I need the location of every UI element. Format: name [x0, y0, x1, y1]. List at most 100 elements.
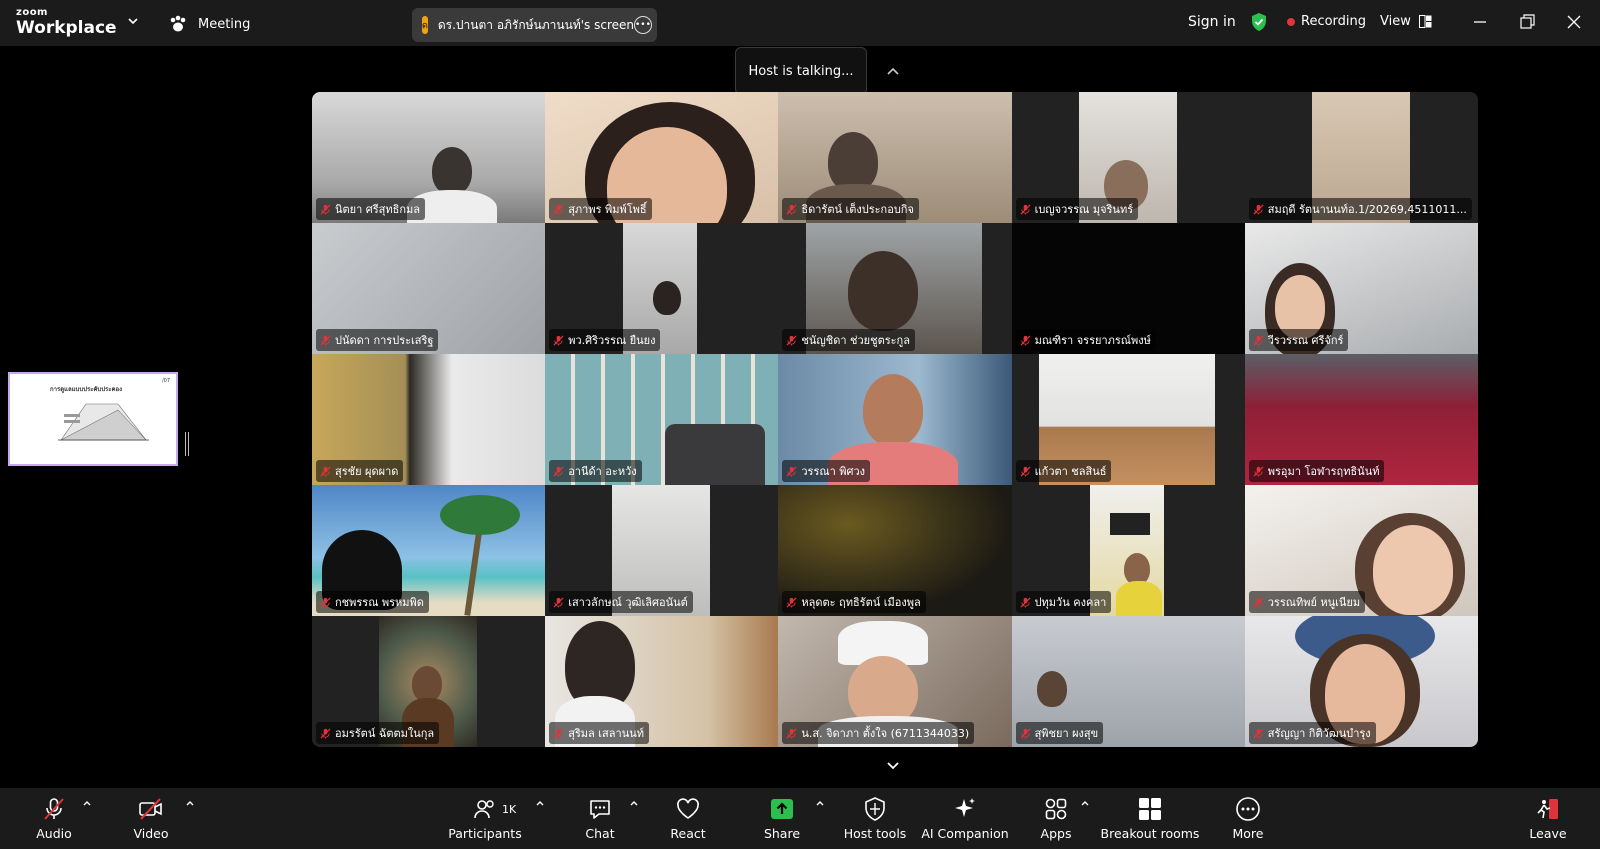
video-tile[interactable]: เบญจวรรณ มุจรินทร์ [1011, 92, 1245, 223]
slide-page: /07 [161, 378, 170, 384]
participant-name: น.ส. จิดาภา ตั้งใจ (6711344033) [801, 727, 970, 740]
video-tile[interactable]: หลุดตะ ฤทธิรัตน์ เมืองพูล [778, 485, 1012, 616]
close-icon[interactable] [1564, 12, 1584, 32]
thumbnail-resize-handle[interactable] [185, 432, 189, 456]
video-tile[interactable]: แก้วตา ชลสินธ์ [1011, 354, 1245, 485]
share-screen-button[interactable]: Share [762, 788, 802, 849]
mic-muted-icon [786, 203, 797, 215]
chevron-up-icon[interactable] [885, 64, 901, 80]
minimize-icon[interactable] [1470, 12, 1490, 32]
participant-name: วีรวรรณ ศรีจักร์ [1267, 334, 1344, 347]
participant-name-tag: วรรณทิพย์ หนูเนียม [1248, 591, 1366, 613]
video-tile[interactable]: พรอุมา โอฬารฤทธินันท์ [1244, 354, 1478, 485]
video-tile[interactable]: อมรรัตน์ ฉัตตมในกุล [312, 616, 546, 747]
screen-share-indicator[interactable]: ด ดร.ปานตา อภิรักษ์นภานนท์'s screen ••• [412, 8, 657, 42]
video-tile[interactable]: วรรณา พิศวง [778, 354, 1012, 485]
video-label: Video [133, 826, 169, 841]
apps-button[interactable]: Apps [1036, 788, 1076, 849]
apps-label: Apps [1040, 826, 1072, 841]
video-tile[interactable]: สมฤดี รัตนานนท์อ.1/20269,4511011... [1244, 92, 1478, 223]
audio-button[interactable]: Audio [34, 788, 74, 849]
view-button[interactable]: View [1380, 14, 1432, 29]
ai-companion-button[interactable]: AI Companion [920, 788, 1010, 849]
participant-name: เบญจวรรณ มุจรินทร์ [1034, 203, 1134, 216]
more-icon [1236, 797, 1260, 821]
video-tile[interactable]: ชนัญชิดา ช่วยชูตระกูล [778, 223, 1012, 354]
mic-muted-icon [320, 727, 331, 739]
host-tools-button[interactable]: Host tools [840, 788, 910, 849]
video-tile[interactable]: พว.ศิริวรรณ ยืนยง [545, 223, 779, 354]
mic-muted-icon [320, 465, 331, 477]
slide-title: การดูแลแบบประคับประคอง [50, 386, 123, 393]
more-label: More [1232, 826, 1264, 841]
meeting-info-button[interactable]: Meeting [168, 13, 250, 35]
mic-muted-icon [320, 203, 331, 215]
video-tile[interactable]: น.ส. จิดาภา ตั้งใจ (6711344033) [778, 616, 1012, 747]
video-tile[interactable]: สุรชัย ผุดผาด [312, 354, 546, 485]
participant-name: สุรชัย ผุดผาด [335, 465, 399, 478]
restore-icon[interactable] [1517, 12, 1537, 32]
video-tile[interactable]: สุพิชยา ผงสุข [1011, 616, 1245, 747]
video-tile[interactable]: วรรณทิพย์ หนูเนียม [1244, 485, 1478, 616]
camera-off-icon [139, 798, 162, 820]
video-tile[interactable]: สุริมล เสลานนท์ [545, 616, 779, 747]
participant-name: ชนัญชิดา ช่วยชูตระกูล [801, 334, 910, 347]
video-tile[interactable]: ปทุมวัน คงคลา [1011, 485, 1245, 616]
participants-button[interactable]: Participants [448, 788, 522, 849]
mic-muted-icon [1253, 334, 1264, 346]
mic-muted-icon [786, 596, 797, 608]
chat-options-chevron-icon[interactable] [629, 798, 639, 808]
ai-companion-label: AI Companion [921, 826, 1009, 841]
mic-muted-icon [1020, 465, 1031, 477]
shared-screen-thumbnail[interactable]: การดูแลแบบประคับประคอง /07 [8, 372, 178, 466]
participants-icon [474, 800, 494, 819]
chevron-down-icon[interactable] [885, 757, 901, 773]
participant-name: พว.ศิริวรรณ ยืนยง [568, 334, 656, 347]
breakout-rooms-button[interactable]: Breakout rooms [1100, 788, 1200, 849]
participant-name: สุพิชยา ผงสุข [1034, 727, 1099, 740]
leave-button[interactable]: Leave [1528, 788, 1568, 849]
audio-options-chevron-icon[interactable] [82, 798, 92, 808]
sign-in-link[interactable]: Sign in [1188, 14, 1236, 30]
video-tile[interactable]: ปนัดดา การประเสริฐ [312, 223, 546, 354]
video-tile[interactable]: มณฑิรา จรรยาภรณ์พงษ์ [1011, 223, 1245, 354]
recording-indicator[interactable]: Recording [1287, 14, 1366, 29]
more-button[interactable]: More [1228, 788, 1268, 849]
video-tile[interactable]: นิตยา ศรีสุทธิกมล [312, 92, 546, 223]
meeting-label: Meeting [198, 16, 251, 32]
video-tile[interactable]: ธิดารัตน์ เต็งประกอบกิจ [778, 92, 1012, 223]
video-tile[interactable]: เสาวลักษณ์ วุฒิเลิศอนันต์ [545, 485, 779, 616]
apps-options-chevron-icon[interactable] [1080, 798, 1090, 808]
mic-muted-icon [786, 334, 797, 346]
view-label: View [1380, 14, 1411, 29]
video-options-chevron-icon[interactable] [185, 798, 195, 808]
leave-label: Leave [1529, 826, 1567, 841]
participants-options-chevron-icon[interactable] [535, 798, 545, 808]
video-tile[interactable]: สุภาพร พิมพ์โพธิ์ [545, 92, 779, 223]
mic-muted-icon [553, 465, 564, 477]
share-options-chevron-icon[interactable] [815, 798, 825, 808]
heart-icon [677, 798, 699, 819]
video-tile[interactable]: อานีด้า อะหวัง [545, 354, 779, 485]
video-tile[interactable]: วีรวรรณ ศรีจักร์ [1244, 223, 1478, 354]
participant-name-tag: ปทุมวัน คงคลา [1015, 591, 1112, 613]
chat-icon [590, 800, 610, 819]
apps-icon [1045, 798, 1067, 820]
more-options-icon[interactable]: ••• [633, 16, 652, 34]
security-shield-icon[interactable] [1250, 12, 1268, 32]
brand-small: zoom [16, 7, 48, 18]
chat-button[interactable]: Chat [580, 788, 620, 849]
video-tile[interactable]: สรัญญา กิติวัฒนบำรุง [1244, 616, 1478, 747]
video-button[interactable]: Video [131, 788, 171, 849]
participant-name-tag: หลุดตะ ฤทธิรัตน์ เมืองพูล [782, 591, 926, 613]
mic-muted-icon [44, 798, 64, 820]
react-button[interactable]: React [668, 788, 708, 849]
participant-name-tag: อมรรัตน์ ฉัตตมในกุล [316, 722, 440, 744]
view-layout-icon [1418, 15, 1432, 28]
slide-diagram [58, 403, 149, 441]
participant-name-tag: อานีด้า อะหวัง [549, 460, 642, 482]
zoom-logo: zoom Workplace [16, 8, 117, 37]
shield-icon [865, 797, 885, 821]
video-tile[interactable]: กชพรรณ พรหมพิด [312, 485, 546, 616]
chevron-down-icon[interactable] [126, 14, 140, 28]
